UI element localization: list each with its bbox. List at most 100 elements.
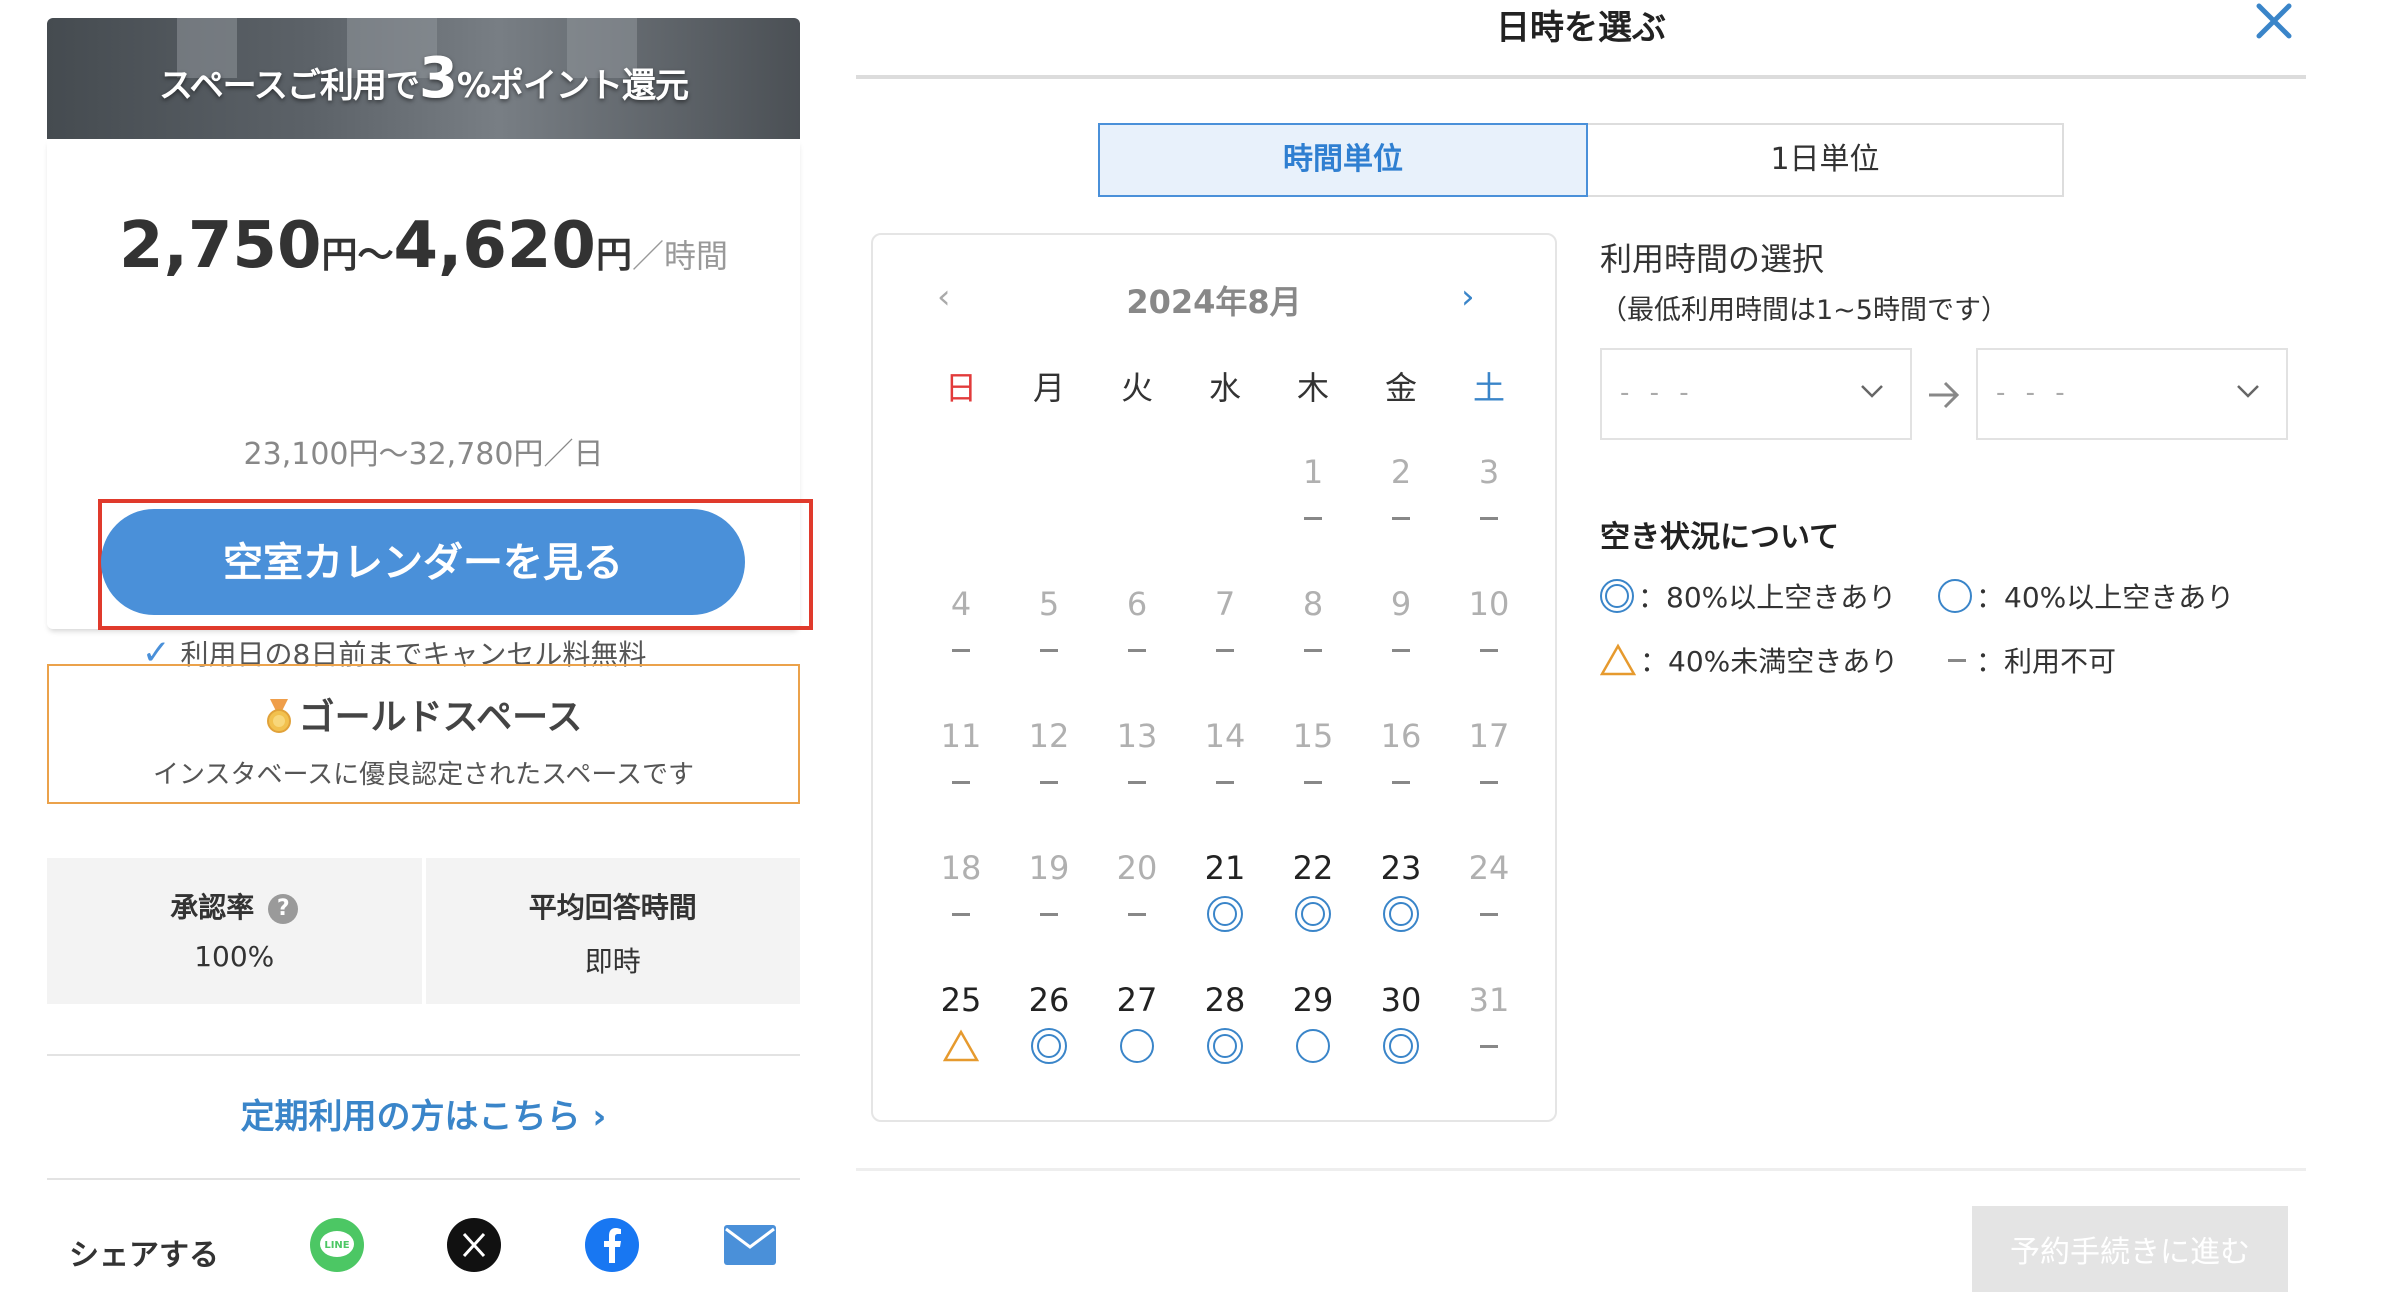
day-number: 28 (1204, 981, 1246, 1019)
proceed-reservation-button[interactable]: 予約手続きに進む (1972, 1206, 2288, 1292)
medal-icon (266, 699, 291, 733)
circle-icon (1296, 1029, 1330, 1063)
gold-space-badge: ゴールドスペース インスタベースに優良認定されたスペースです (47, 664, 800, 804)
day-number: 15 (1292, 717, 1334, 755)
calendar-day: 3 (1449, 452, 1529, 538)
day-number: 26 (1028, 981, 1070, 1019)
dash-icon (1392, 780, 1410, 784)
calendar-day[interactable]: 21 (1185, 848, 1265, 934)
day-number: 17 (1468, 717, 1510, 755)
x-icon[interactable] (445, 1216, 503, 1274)
calendar-day: 6 (1097, 584, 1177, 670)
calendar-day[interactable]: 29 (1273, 980, 1353, 1066)
calendar-day: 19 (1009, 848, 1089, 934)
share-bar: シェアする LINE (47, 1216, 800, 1276)
calendar-day: 18 (921, 848, 1001, 934)
chevron-right-icon: › (592, 1097, 607, 1137)
day-number: 12 (1028, 717, 1070, 755)
calendar-day: 4 (921, 584, 1001, 670)
calendar-day: 11 (921, 716, 1001, 802)
calendar-day: 16 (1361, 716, 1441, 802)
average-response-time: 平均回答時間 即時 (425, 858, 800, 1004)
hourly-price: 2,750円〜4,620円／時間 (119, 209, 728, 283)
double-circle-icon (1207, 1028, 1243, 1064)
day-number: 16 (1380, 717, 1422, 755)
calendar-day[interactable]: 27 (1097, 980, 1177, 1066)
dash-icon (1392, 516, 1410, 520)
calendar-day: 12 (1009, 716, 1089, 802)
price-card: 2,750円〜4,620円／時間 23,100円〜32,780円／日 空室カレン… (47, 139, 813, 673)
dash-icon (1304, 648, 1322, 652)
space-summary-column: スペースご利用で3%ポイント還元 2,750円〜4,620円／時間 23,100… (47, 18, 813, 1273)
legend-title: 空き状況について (1600, 520, 1840, 555)
calendar-day: 17 (1449, 716, 1529, 802)
day-number: 25 (940, 981, 982, 1019)
calendar-day[interactable]: 28 (1185, 980, 1265, 1066)
double-circle-icon (1207, 896, 1243, 932)
start-time-select[interactable]: - - - (1600, 348, 1912, 440)
double-circle-icon (1295, 896, 1331, 932)
day-number: 18 (940, 849, 982, 887)
day-number: 20 (1116, 849, 1158, 887)
double-circle-icon (1600, 579, 1634, 613)
circle-icon (1120, 1029, 1154, 1063)
double-circle-icon (1383, 1028, 1419, 1064)
mail-icon[interactable] (721, 1216, 779, 1274)
dash-icon (1304, 780, 1322, 784)
day-number: 29 (1292, 981, 1334, 1019)
regular-use-link[interactable]: 定期利用の方はこちら › (47, 1054, 800, 1180)
view-calendar-button[interactable]: 空室カレンダーを見る (101, 509, 745, 615)
day-number: 24 (1468, 849, 1510, 887)
calendar-day: 9 (1361, 584, 1441, 670)
help-icon[interactable]: ? (268, 894, 299, 924)
day-number: 5 (1038, 585, 1060, 623)
day-number: 31 (1468, 981, 1510, 1019)
dash-icon (952, 780, 970, 784)
svg-text:LINE: LINE (324, 1240, 349, 1251)
daily-price: 23,100円〜32,780円／日 (243, 437, 604, 472)
legend-circle: ：40%以上空きあり (1938, 576, 2234, 616)
calendar-day: 13 (1097, 716, 1177, 802)
weekday-header: 火 (1120, 369, 1153, 407)
point-campaign-banner[interactable]: スペースご利用で3%ポイント還元 (47, 18, 800, 139)
day-number: 3 (1478, 453, 1500, 491)
day-number: 10 (1468, 585, 1510, 623)
calendar-day[interactable]: 22 (1273, 848, 1353, 934)
day-number: 23 (1380, 849, 1422, 887)
tab-daily[interactable]: 1日単位 (1588, 123, 2064, 197)
calendar-month: 2024年8月 (1126, 283, 1302, 321)
calendar-day[interactable]: 30 (1361, 980, 1441, 1066)
calendar-day[interactable]: 26 (1009, 980, 1089, 1066)
calendar-day: 7 (1185, 584, 1265, 670)
weekday-header: 木 (1296, 369, 1329, 407)
dialog-title: 日時を選ぶ (1496, 8, 1666, 48)
circle-icon (1938, 579, 1972, 613)
facebook-icon[interactable] (583, 1216, 641, 1274)
day-number: 9 (1390, 585, 1412, 623)
line-icon[interactable]: LINE (308, 1216, 366, 1274)
dash-icon (1216, 648, 1234, 652)
dash-icon (952, 912, 970, 916)
day-number: 11 (940, 717, 982, 755)
dash-icon (1480, 1044, 1498, 1048)
host-stats: 承認率? 100% 平均回答時間 即時 (47, 858, 800, 1004)
end-time-select[interactable]: - - - (1976, 348, 2288, 440)
dash-icon (1216, 780, 1234, 784)
calendar-day[interactable]: 23 (1361, 848, 1441, 934)
calendar-day[interactable]: 25 (921, 980, 1001, 1066)
calendar-day: 14 (1185, 716, 1265, 802)
dash-icon (1128, 648, 1146, 652)
tab-hourly[interactable]: 時間単位 (1098, 123, 1588, 197)
close-icon[interactable] (2245, 0, 2301, 46)
weekday-header: 水 (1208, 369, 1241, 407)
day-number: 2 (1390, 453, 1412, 491)
day-number: 30 (1380, 981, 1422, 1019)
day-number: 6 (1126, 585, 1148, 623)
day-number: 7 (1214, 585, 1236, 623)
dash-icon (1128, 912, 1146, 916)
calendar-day: 1 (1273, 452, 1353, 538)
dash-icon (1480, 912, 1498, 916)
triangle-icon (943, 1029, 979, 1062)
day-number: 19 (1028, 849, 1070, 887)
dash-icon (1480, 516, 1498, 520)
